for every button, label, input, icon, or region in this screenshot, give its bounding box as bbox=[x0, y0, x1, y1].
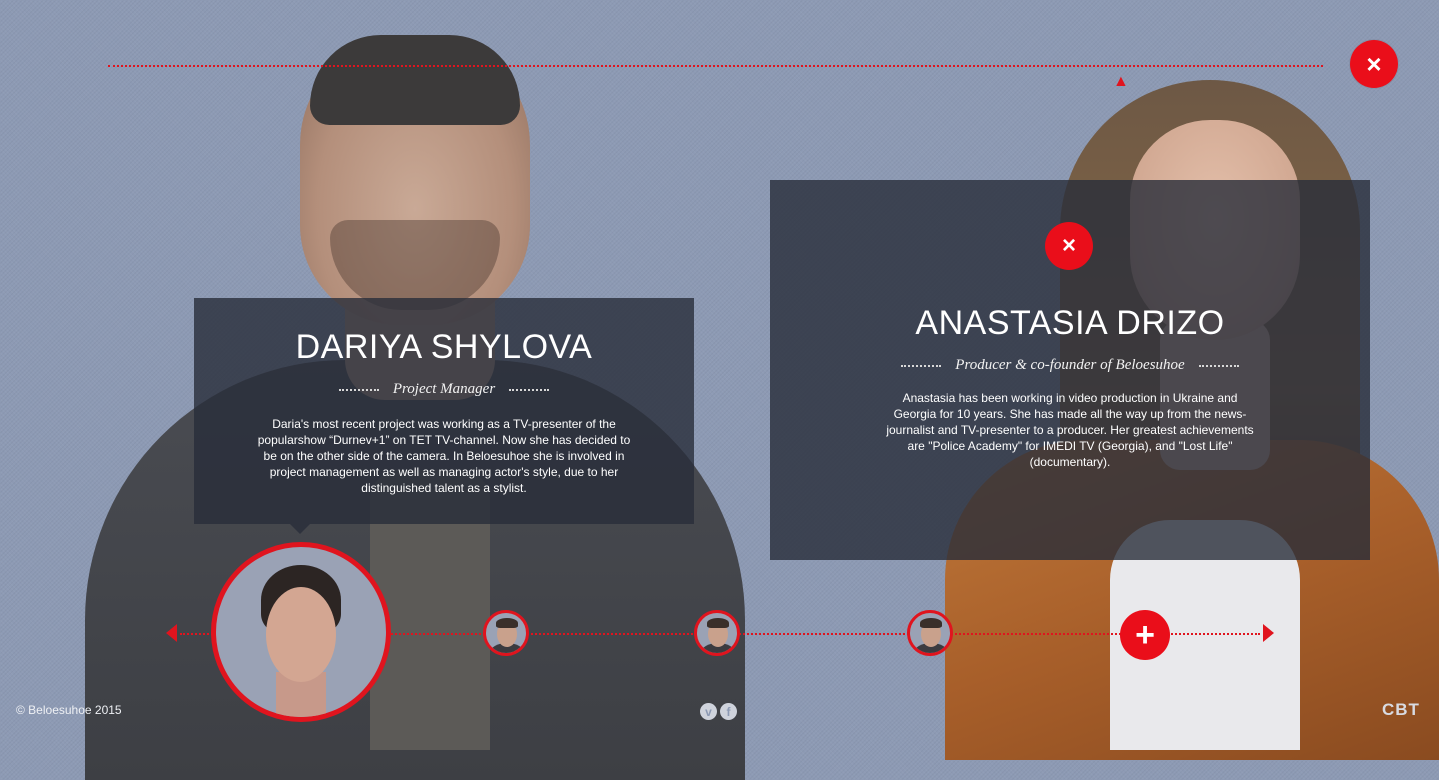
member-name: ANASTASIA DRIZO bbox=[915, 304, 1225, 342]
close-icon: × bbox=[1366, 48, 1382, 79]
team-thumb-active[interactable] bbox=[211, 542, 391, 722]
member-bio: Daria's most recent project was working … bbox=[257, 417, 631, 495]
member-card-right: × ANASTASIA DRIZO Producer & co-founder … bbox=[770, 180, 1370, 560]
member-role: Producer & co-founder of Beloesuhoe bbox=[955, 357, 1185, 373]
dotted-ornament bbox=[509, 388, 550, 391]
avatar-hair bbox=[920, 618, 942, 628]
card-pointer bbox=[290, 524, 310, 534]
credit-logo[interactable]: CBT bbox=[1382, 700, 1420, 720]
add-member-button[interactable]: + bbox=[1120, 610, 1170, 660]
member-role: Project Manager bbox=[392, 381, 496, 397]
photo-man-hair bbox=[310, 35, 520, 125]
card-close-button[interactable]: × bbox=[1045, 222, 1093, 270]
member-role-row: Producer & co-founder of Beloesuhoe bbox=[770, 357, 1370, 374]
dotted-ornament bbox=[1198, 364, 1239, 367]
plus-icon: + bbox=[1135, 616, 1155, 654]
position-marker-icon: ▲ bbox=[1113, 73, 1129, 90]
close-button[interactable]: × bbox=[1350, 40, 1398, 88]
member-card-left: DARIYA SHYLOVA Project Manager Daria's m… bbox=[194, 298, 694, 524]
dotted-ornament bbox=[338, 388, 379, 391]
social-links: v f bbox=[700, 703, 737, 720]
member-name: DARIYA SHYLOVA bbox=[295, 328, 593, 366]
dotted-ornament bbox=[901, 364, 942, 367]
member-role-row: Project Manager bbox=[194, 381, 694, 398]
close-icon: × bbox=[1061, 232, 1076, 259]
team-thumb[interactable] bbox=[483, 610, 529, 656]
copyright-text: © Beloesuhoe 2015 bbox=[16, 703, 122, 717]
facebook-icon[interactable]: f bbox=[720, 703, 737, 720]
avatar bbox=[266, 587, 336, 682]
avatar-hair bbox=[496, 618, 518, 628]
team-thumb[interactable] bbox=[907, 610, 953, 656]
member-bio: Anastasia has been working in video prod… bbox=[886, 391, 1254, 469]
carousel-prev-arrow-icon[interactable] bbox=[166, 624, 177, 642]
top-dotted-divider bbox=[108, 65, 1323, 67]
team-thumb[interactable] bbox=[694, 610, 740, 656]
carousel-next-arrow-icon[interactable] bbox=[1263, 624, 1274, 642]
avatar-hair bbox=[707, 618, 729, 628]
vimeo-icon[interactable]: v bbox=[700, 703, 717, 720]
